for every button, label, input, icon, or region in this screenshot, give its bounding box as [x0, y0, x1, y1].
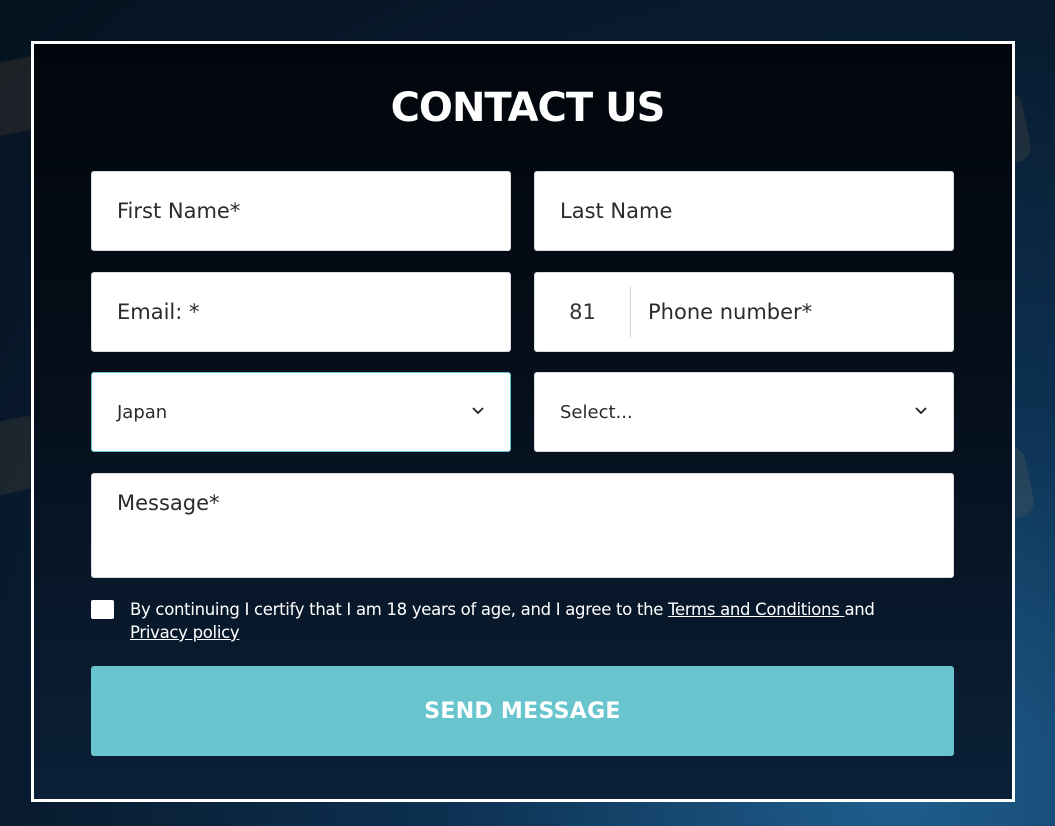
chevron-down-icon: [915, 407, 927, 415]
message-placeholder: Message*: [117, 491, 220, 515]
message-field[interactable]: Message*: [91, 473, 954, 578]
phone-field[interactable]: 81 Phone number*: [534, 272, 954, 352]
terms-link[interactable]: Terms and Conditions: [668, 600, 844, 619]
send-message-button[interactable]: SEND MESSAGE: [91, 666, 954, 756]
email-field[interactable]: Email: *: [91, 272, 511, 352]
consent-checkbox[interactable]: [91, 600, 114, 619]
last-name-placeholder: Last Name: [560, 199, 673, 223]
page-title: CONTACT US: [390, 85, 666, 131]
select-placeholder: Select...: [560, 401, 633, 423]
country-select[interactable]: Japan: [91, 372, 511, 452]
consent-text-before: By continuing I certify that I am 18 yea…: [130, 600, 669, 619]
last-name-field[interactable]: Last Name: [534, 171, 954, 251]
inquiry-type-select[interactable]: Select...: [534, 372, 954, 452]
email-placeholder: Email: *: [117, 300, 200, 324]
chevron-down-icon: [472, 407, 484, 415]
country-selected-value: Japan: [117, 401, 168, 423]
phone-country-code[interactable]: 81: [535, 287, 631, 337]
privacy-link[interactable]: Privacy policy: [130, 623, 240, 642]
consent-text: By continuing I certify that I am 18 yea…: [130, 598, 960, 644]
phone-placeholder: Phone number*: [648, 300, 813, 324]
first-name-placeholder: First Name*: [117, 199, 241, 223]
consent-text-middle: and: [844, 600, 875, 619]
first-name-field[interactable]: First Name*: [91, 171, 511, 251]
